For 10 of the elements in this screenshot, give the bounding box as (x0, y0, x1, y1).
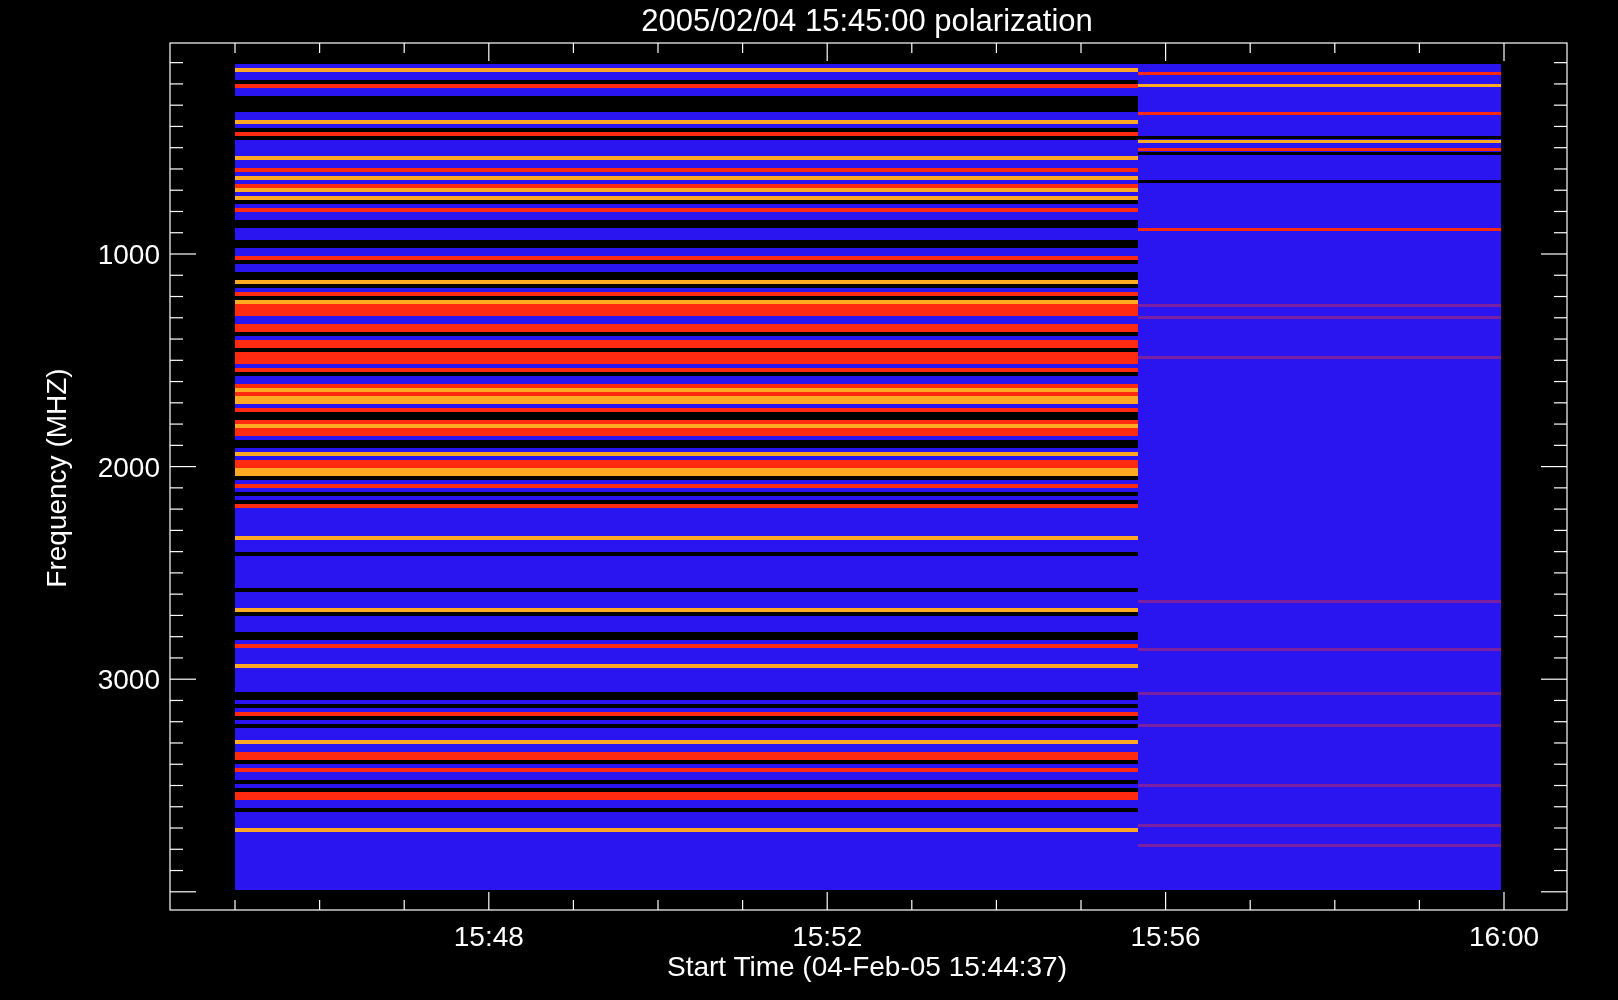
y-axis-title: Frequency (MHZ) (41, 368, 72, 588)
x-axis-title: Start Time (04-Feb-05 15:44:37) (667, 951, 1067, 982)
x-tick-label: 16:00 (1468, 921, 1540, 952)
plot-title: 2005/02/04 15:45:00 polarization (641, 3, 1093, 38)
x-tick-label: 15:52 (792, 921, 863, 952)
x-tick-label: 15:48 (453, 921, 524, 952)
y-tick-label: 3000 (97, 664, 160, 696)
y-tick-label: 1000 (97, 239, 160, 270)
x-tick-label: 15:56 (1130, 921, 1201, 952)
y-tick-label: 2000 (97, 451, 160, 483)
